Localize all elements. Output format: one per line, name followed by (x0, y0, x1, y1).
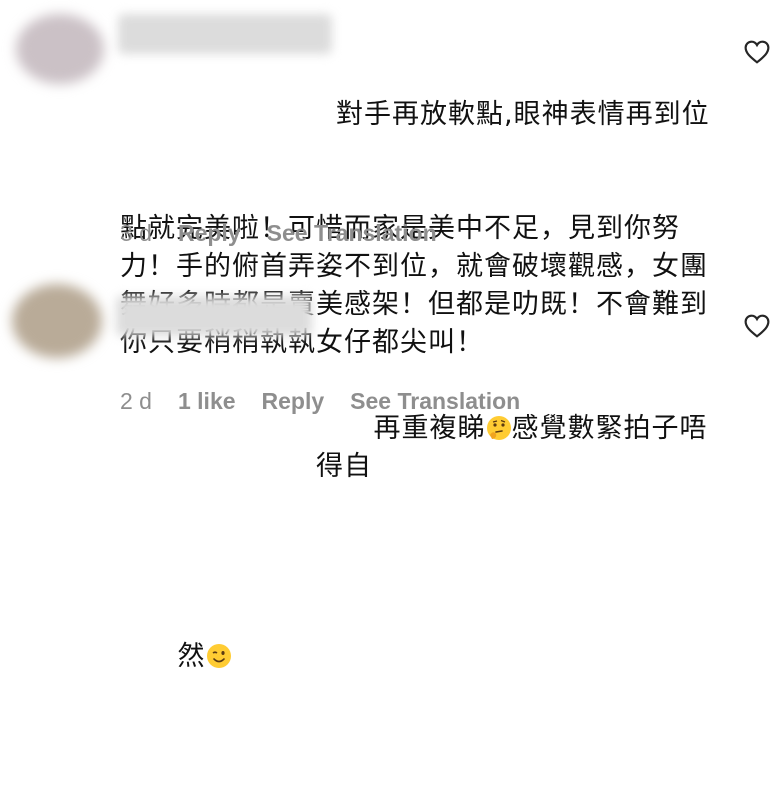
heart-outline-icon[interactable] (744, 314, 770, 338)
comment-text-part-1: 再重複睇 (373, 413, 486, 444)
reply-button[interactable]: Reply (178, 220, 241, 247)
winking-face-emoji (206, 644, 231, 668)
comment-text: 再重複睇 感覺數緊拍子唔得自 然 (120, 296, 720, 790)
comment-text-line-2: 然 (120, 600, 720, 714)
thinking-face-emoji (486, 416, 511, 440)
comment-meta: 3 d Reply See Translation (120, 220, 463, 247)
avatar[interactable] (12, 284, 102, 358)
see-translation-button[interactable]: See Translation (267, 220, 437, 247)
comment-meta: 2 d 1 like Reply See Translation (120, 388, 546, 415)
comment-text-line-1: 對手再放軟點,眼神表情再到位 (336, 99, 710, 130)
comment-text-part-3: 然 (177, 641, 206, 672)
reply-button[interactable]: Reply (262, 388, 325, 415)
comment-time: 3 d (120, 220, 152, 246)
likes-count-button[interactable]: 1 like (178, 388, 236, 415)
comment-2: 再重複睇 感覺數緊拍子唔得自 然 2 d 1 like Reply See Tr… (0, 270, 782, 672)
avatar[interactable] (16, 14, 104, 84)
see-translation-button[interactable]: See Translation (350, 388, 520, 415)
heart-outline-icon[interactable] (744, 40, 770, 64)
comment-time: 2 d (120, 388, 152, 414)
comment-1: 對手再放軟點,眼神表情再到位 點就完美啦！可惜而家是美中不足，見到你努力！手的俯… (0, 0, 782, 358)
